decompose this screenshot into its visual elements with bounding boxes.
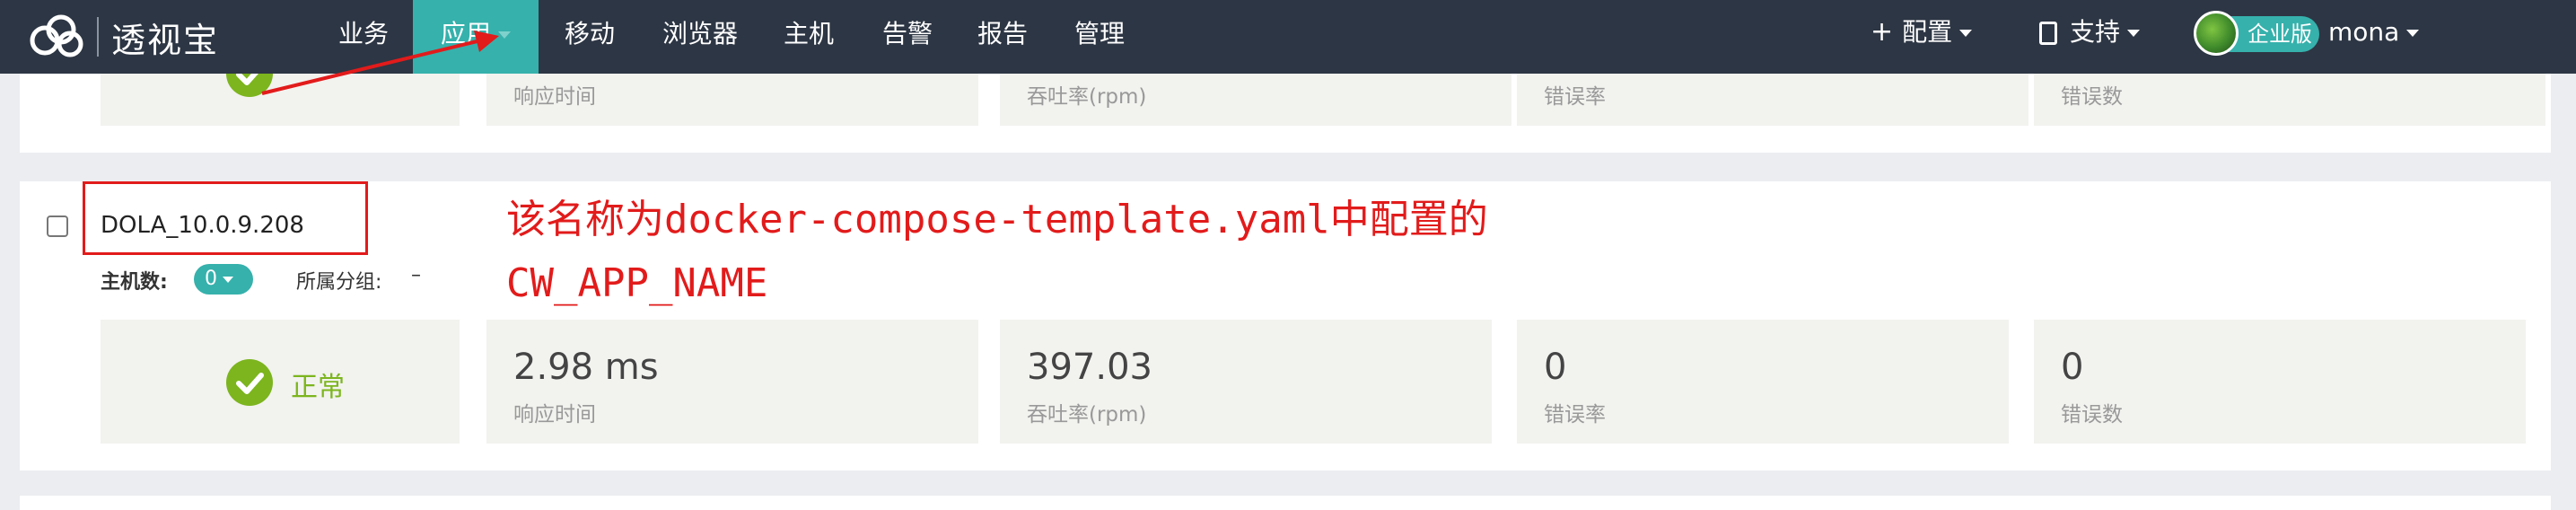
annotation-arrow-icon	[261, 31, 499, 95]
